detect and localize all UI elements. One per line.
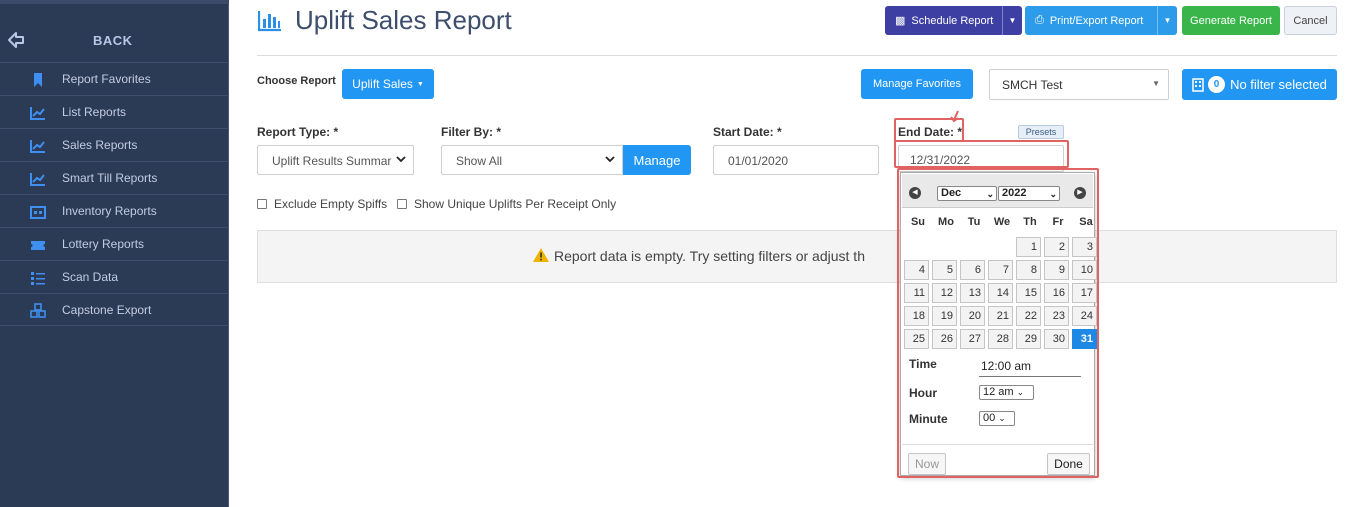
chevron-down-icon <box>605 156 615 163</box>
line-chart-icon <box>30 140 45 153</box>
presets-button[interactable]: Presets <box>1018 125 1064 139</box>
main-content: Uplift Sales Report ▩ Schedule Report ▼ … <box>242 0 1349 507</box>
exclude-empty-spiffs-checkbox[interactable]: Exclude Empty Spiffs <box>257 197 387 211</box>
sidebar-item-label: Lottery Reports <box>62 237 145 251</box>
list-icon <box>31 272 45 285</box>
report-type-value: Uplift Results Summar <box>272 154 392 168</box>
bookmark-icon <box>34 73 42 87</box>
start-date-label: Start Date: * <box>713 125 782 139</box>
sidebar-item-scan-data[interactable]: Scan Data <box>0 260 229 293</box>
chevron-down-icon <box>395 153 407 165</box>
building-icon <box>1192 77 1204 92</box>
choose-report-value: Uplift Sales <box>352 77 413 91</box>
ticket-icon <box>31 241 45 250</box>
printer-icon: ⎙ <box>1035 14 1044 26</box>
inventory-icon <box>30 206 46 219</box>
sidebar-item-label: Capstone Export <box>62 303 152 317</box>
sidebar: BACK Report Favorites List Reports Sales… <box>0 0 229 507</box>
checkbox-box[interactable] <box>257 199 267 209</box>
start-date-input[interactable]: 01/01/2020 <box>713 145 879 175</box>
schedule-report-label: Schedule Report <box>911 14 994 27</box>
caret-down-icon: ▼ <box>1152 79 1160 88</box>
schedule-dropdown-toggle[interactable]: ▼ <box>1002 6 1022 35</box>
manage-filter-button[interactable]: Manage <box>623 145 691 175</box>
sidebar-item-label: Report Favorites <box>62 72 151 86</box>
schedule-report-button[interactable]: ▩ Schedule Report ▼ <box>885 6 1022 35</box>
sidebar-item-report-favorites[interactable]: Report Favorites <box>0 62 229 95</box>
sidebar-item-lottery-reports[interactable]: Lottery Reports <box>0 227 229 260</box>
unique-uplifts-label: Show Unique Uplifts Per Receipt Only <box>414 197 617 211</box>
filter-by-value: Show All <box>456 154 503 168</box>
empty-report-notice: Report data is empty. Try setting filter… <box>257 230 1337 283</box>
checkbox-box[interactable] <box>397 199 407 209</box>
warning-icon <box>533 248 549 262</box>
header-divider <box>257 55 1337 56</box>
filter-by-label: Filter By: * <box>441 125 502 139</box>
filter-button[interactable]: 0 No filter selected <box>1182 69 1337 100</box>
store-select[interactable]: SMCH Test ▼ <box>989 69 1169 100</box>
unique-uplifts-checkbox[interactable]: Show Unique Uplifts Per Receipt Only <box>397 197 616 211</box>
sidebar-item-capstone-export[interactable]: Capstone Export <box>0 293 229 326</box>
highlight-datepicker <box>897 168 1099 478</box>
back-arrow-icon <box>8 32 24 48</box>
filter-by-select[interactable]: Show All <box>441 145 623 175</box>
annotation-arrow-icon <box>950 110 959 123</box>
report-type-label: Report Type: * <box>257 125 339 139</box>
print-dropdown-toggle[interactable]: ▼ <box>1157 6 1177 35</box>
manage-favorites-button[interactable]: Manage Favorites <box>861 69 973 99</box>
filter-count-badge: 0 <box>1208 76 1226 93</box>
line-chart-icon <box>30 173 45 186</box>
caret-down-icon: ▼ <box>416 80 424 88</box>
back-button[interactable]: BACK <box>0 18 229 62</box>
back-label: BACK <box>93 33 133 48</box>
choose-report-dropdown[interactable]: Uplift Sales ▼ <box>342 69 434 99</box>
highlight-end-date-input <box>894 140 1069 168</box>
sidebar-item-list-reports[interactable]: List Reports <box>0 95 229 128</box>
cancel-button[interactable]: Cancel <box>1284 6 1337 35</box>
choose-report-label: Choose Report <box>257 75 336 87</box>
filter-label: No filter selected <box>1230 77 1327 92</box>
line-chart-icon <box>30 107 45 120</box>
print-export-label: Print/Export Report <box>1049 14 1144 27</box>
calendar-icon: ▩ <box>895 15 906 27</box>
sidebar-item-inventory-reports[interactable]: Inventory Reports <box>0 194 229 227</box>
print-export-button[interactable]: ⎙ Print/Export Report ▼ <box>1025 6 1177 35</box>
bar-chart-icon <box>258 11 281 32</box>
sidebar-item-label: List Reports <box>62 105 127 119</box>
sidebar-item-smart-till-reports[interactable]: Smart Till Reports <box>0 161 229 194</box>
exclude-empty-spiffs-label: Exclude Empty Spiffs <box>274 197 388 211</box>
page-title: Uplift Sales Report <box>295 5 512 35</box>
sidebar-top-border <box>0 0 229 4</box>
report-type-select[interactable]: Uplift Results Summar <box>257 145 414 175</box>
sidebar-item-label: Scan Data <box>62 270 119 284</box>
store-select-value: SMCH Test <box>1002 78 1063 92</box>
sidebar-item-label: Sales Reports <box>62 138 138 152</box>
sidebar-item-label: Inventory Reports <box>62 204 157 218</box>
sidebar-item-sales-reports[interactable]: Sales Reports <box>0 128 229 161</box>
empty-report-message: Report data is empty. Try setting filter… <box>554 248 865 264</box>
generate-report-button[interactable]: Generate Report <box>1182 6 1280 35</box>
sidebar-item-label: Smart Till Reports <box>62 171 158 185</box>
cubes-icon <box>30 303 46 318</box>
